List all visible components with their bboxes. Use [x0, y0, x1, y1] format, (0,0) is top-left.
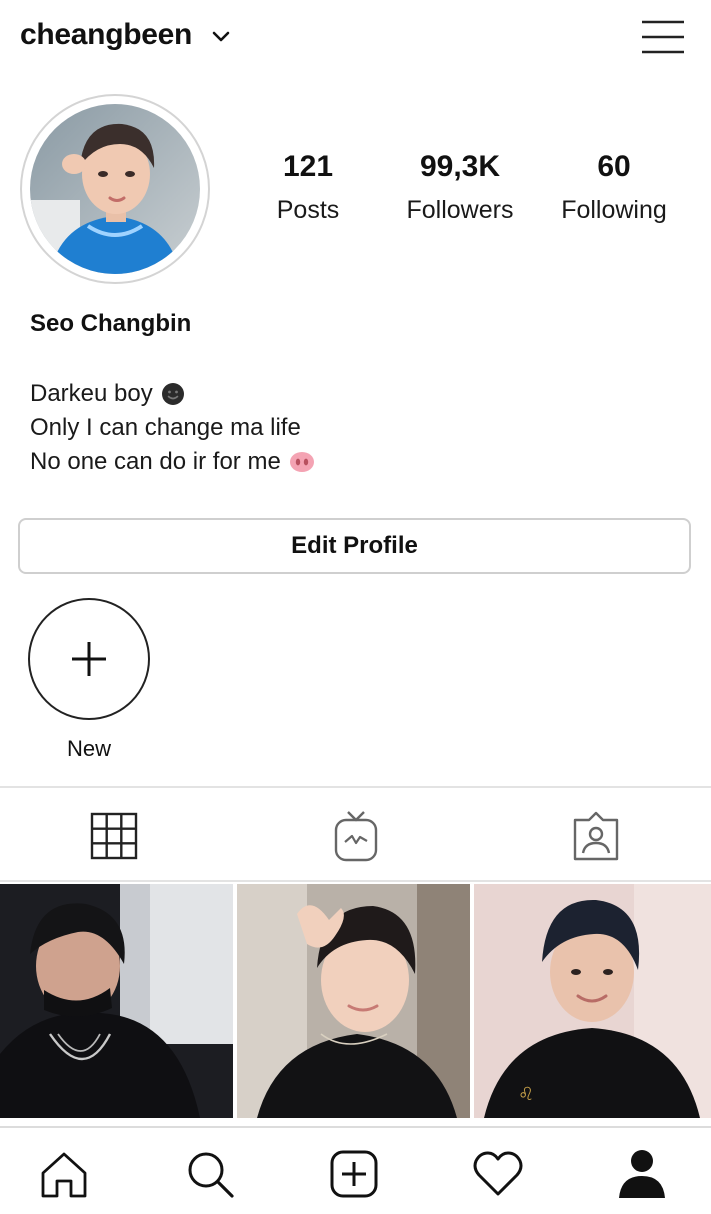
plus-icon — [72, 642, 106, 676]
stat-posts: 121 Posts — [256, 150, 360, 225]
svg-text:♌: ♌ — [518, 1084, 534, 1105]
tab-grid[interactable] — [84, 806, 144, 866]
hamburger-menu-icon[interactable] — [640, 18, 686, 56]
post-thumbnail[interactable] — [237, 884, 470, 1118]
nav-search[interactable] — [182, 1146, 238, 1202]
avatar[interactable] — [30, 104, 200, 274]
nav-add-post[interactable] — [326, 1146, 382, 1202]
profile-icon — [619, 1150, 665, 1198]
chevron-down-icon[interactable] — [208, 24, 234, 50]
heart-icon — [473, 1151, 523, 1196]
posts-grid: ♌ — [0, 884, 711, 1118]
bio-line-text: Only I can change ma life — [30, 414, 301, 441]
add-post-icon — [330, 1150, 378, 1198]
posts-count: 121 — [282, 150, 334, 183]
new-highlight-label[interactable]: New — [28, 736, 150, 762]
pig-nose-emoji-icon — [289, 452, 314, 472]
followers-label[interactable]: Followers — [392, 196, 528, 225]
home-icon — [41, 1152, 87, 1198]
bottom-navigation — [0, 1126, 711, 1214]
tab-tagged[interactable] — [566, 806, 626, 866]
nav-profile[interactable] — [614, 1146, 670, 1202]
stat-followers[interactable]: 99,3K Followers — [392, 150, 528, 225]
dark-smiley-emoji-icon — [161, 383, 184, 405]
stat-following[interactable]: 60 Following — [548, 150, 680, 225]
post-thumbnail[interactable] — [0, 884, 233, 1118]
bio-line-text: Darkeu boy — [30, 380, 153, 407]
bio-line: Only I can change ma life — [30, 411, 315, 445]
nav-activity[interactable] — [470, 1146, 526, 1202]
following-label[interactable]: Following — [548, 196, 680, 225]
edit-profile-button[interactable]: Edit Profile — [18, 518, 691, 574]
bio: Darkeu boy Only I can change ma life No … — [30, 377, 315, 479]
nav-home[interactable] — [36, 1146, 92, 1202]
profile-tabs — [0, 786, 711, 882]
profile-header: cheangbeen — [0, 0, 711, 78]
avatar-ring[interactable] — [20, 94, 210, 284]
bio-line: No one can do ir for me — [30, 445, 315, 479]
profile-page: cheangbeen 121 Posts 99,3K Followers 60 … — [0, 0, 711, 1214]
username[interactable]: cheangbeen — [20, 18, 192, 52]
search-icon — [188, 1152, 234, 1198]
grid-icon — [90, 812, 138, 860]
posts-label: Posts — [276, 196, 340, 224]
new-highlight-button[interactable] — [28, 598, 150, 720]
bio-line-text: No one can do ir for me — [30, 448, 281, 475]
post-thumbnail[interactable]: ♌ — [474, 884, 711, 1118]
tagged-icon — [573, 811, 619, 861]
followers-count[interactable]: 99,3K — [392, 150, 528, 184]
display-name: Seo Changbin — [30, 310, 192, 337]
tab-igtv[interactable] — [326, 806, 386, 866]
igtv-icon — [334, 811, 378, 862]
bio-line: Darkeu boy — [30, 377, 315, 411]
following-count[interactable]: 60 — [548, 150, 680, 184]
